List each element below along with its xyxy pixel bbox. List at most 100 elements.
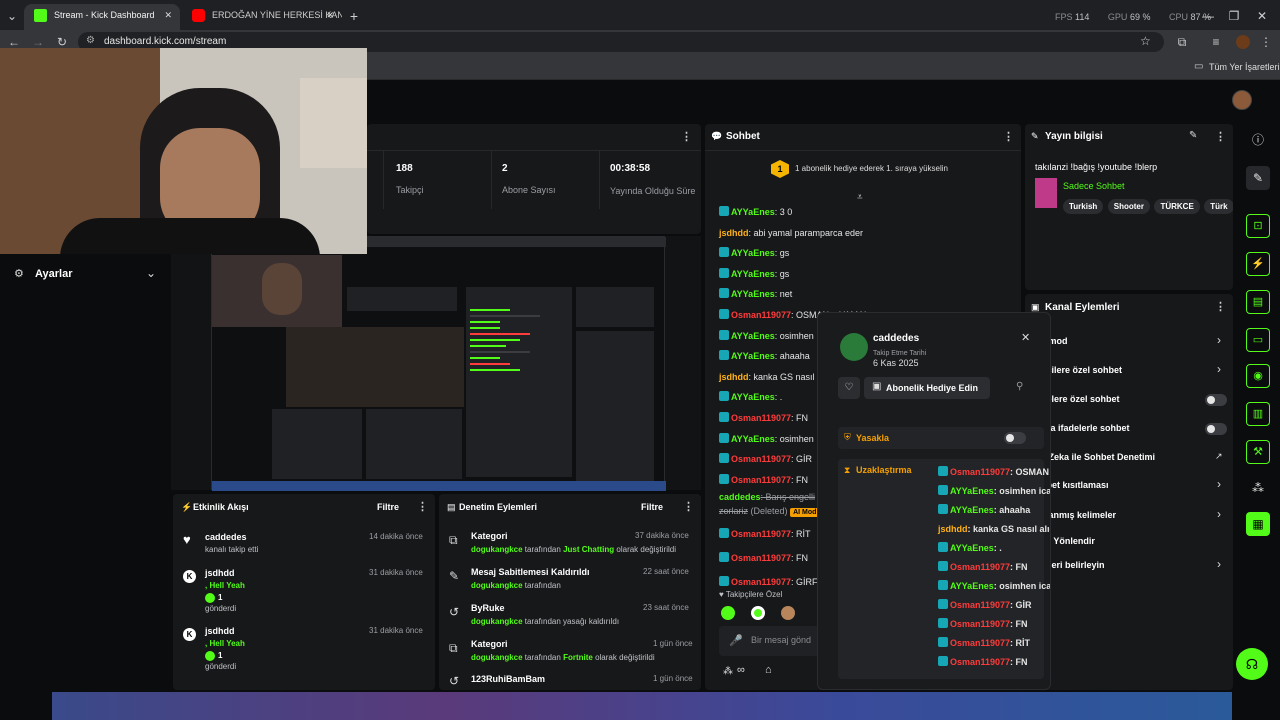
chat-username[interactable]: Osman119077 [731, 475, 791, 485]
tag-pill[interactable]: Shooter [1107, 199, 1150, 214]
chat-username[interactable]: AYYaEnes [731, 248, 775, 258]
close-icon[interactable]: ✕ [1021, 331, 1030, 344]
toggle-switch[interactable] [1205, 423, 1227, 435]
tab-kick-dashboard[interactable]: Stream - Kick Dashboard ✕ [24, 4, 180, 30]
layout-icon[interactable]: ▥ [1246, 402, 1270, 426]
chat-input[interactable]: 🎤 Bir mesaj gönd [719, 626, 829, 656]
chat-username[interactable]: jsdhdd [719, 228, 749, 238]
new-tab-icon[interactable]: + [346, 4, 362, 28]
moderation-filter-button[interactable]: Filtre [641, 502, 663, 512]
emote-1[interactable] [721, 606, 735, 620]
chat-username[interactable]: Osman119077 [950, 600, 1010, 610]
stats-menu-icon[interactable]: ⋮ [681, 130, 692, 143]
chat-icon[interactable]: ▭ [1246, 328, 1270, 352]
channel-action-item[interactable]: ş mod › [1025, 330, 1233, 350]
chat-username[interactable]: AYYaEnes [731, 289, 775, 299]
channel-action-item[interactable]: pçilere özel sohbet › [1025, 359, 1233, 379]
category-thumbnail[interactable] [1035, 178, 1057, 208]
document-icon[interactable]: ▤ [1246, 290, 1270, 314]
gift-sub-button[interactable]: ▣ Abonelik Hediye Edin [864, 377, 990, 399]
bookmark-star-icon[interactable]: ☆ [1140, 34, 1151, 48]
chat-username[interactable]: AYYaEnes [731, 434, 775, 444]
profile-avatar[interactable] [1236, 35, 1250, 49]
chat-username[interactable]: Osman119077 [731, 310, 791, 320]
tag-pill[interactable]: Turkish [1063, 199, 1104, 214]
site-info-icon[interactable]: ⚙ [86, 35, 95, 46]
chat-username[interactable]: AYYaEnes [731, 331, 775, 341]
chat-username[interactable]: AYYaEnes [731, 351, 775, 361]
pinned-expand-icon[interactable]: ⩡ [857, 192, 863, 203]
gift-icon[interactable]: ⌂ [765, 664, 772, 676]
chat-menu-icon[interactable]: ⋮ [1003, 130, 1014, 143]
tab-list-icon[interactable]: ⌄ [4, 4, 20, 28]
chevron-right-icon[interactable]: › [1217, 362, 1221, 376]
chat-username[interactable]: Osman119077 [950, 562, 1010, 572]
chat-username[interactable]: jsdhdd [938, 524, 968, 534]
emote-3[interactable] [781, 606, 795, 620]
edit-icon[interactable]: ✎ [1189, 130, 1197, 141]
user-avatar[interactable] [1232, 90, 1252, 110]
chat-username[interactable]: AYYaEnes [950, 543, 994, 553]
channel-action-item[interactable]: nelere özel sohbet [1025, 388, 1233, 408]
chat-username[interactable]: AYYaEnes [731, 269, 775, 279]
tab-youtube[interactable]: ERDOĞAN YİNE HERKESİ KAND ✕ [182, 4, 342, 30]
gift-promo[interactable]: 1 1 abonelik hediye ederek 1. sıraya yük… [705, 150, 1021, 186]
chevron-right-icon[interactable]: › [1217, 557, 1221, 571]
chevron-right-icon[interactable]: › [1217, 333, 1221, 347]
channel-action-item[interactable]: ici Yönlendir [1025, 530, 1233, 550]
chat-username[interactable]: Osman119077 [731, 577, 791, 587]
tab-close-icon[interactable]: ✕ [164, 4, 172, 26]
channel-actions-menu-icon[interactable]: ⋮ [1215, 300, 1226, 313]
tab-close-icon[interactable]: ✕ [326, 4, 334, 26]
mod-user[interactable]: dogukangkce [471, 581, 523, 590]
chat-username[interactable]: Osman119077 [731, 413, 791, 423]
dots-icon[interactable]: ⁂ [1246, 476, 1270, 500]
chat-username[interactable]: jsdhdd [719, 372, 749, 382]
mod-user[interactable]: dogukangkce [471, 653, 523, 662]
chat-username[interactable]: Osman119077 [950, 467, 1010, 477]
channel-action-item[interactable]: hbet kısıtlaması › [1025, 474, 1233, 494]
pencil-icon[interactable]: ✎ [1246, 166, 1270, 190]
toggle-switch[interactable] [1205, 394, 1227, 406]
channel-action-item[interactable]: efleri belirleyin › [1025, 554, 1233, 574]
activity-user[interactable]: jsdhdd [205, 568, 235, 578]
moderation-menu-icon[interactable]: ⋮ [683, 500, 694, 513]
activity-user[interactable]: caddedes [205, 532, 247, 542]
follow-heart-button[interactable]: ♡ [838, 377, 860, 399]
mod-user[interactable]: dogukangkce [471, 545, 523, 554]
activity-user[interactable]: jsdhdd [205, 626, 235, 636]
chat-username[interactable]: Osman119077 [950, 657, 1010, 667]
support-icon[interactable]: ☊ [1236, 648, 1268, 680]
chat-username[interactable]: AYYaEnes [950, 505, 994, 515]
chat-username[interactable]: Osman119077 [731, 454, 791, 464]
chat-username[interactable]: AYYaEnes [731, 392, 775, 402]
chevron-down-icon[interactable]: ⌄ [146, 266, 156, 280]
window-close-icon[interactable]: ✕ [1254, 4, 1270, 28]
wrench-icon[interactable]: ⚒ [1246, 440, 1270, 464]
lightning-icon[interactable]: ⚡ [1246, 252, 1270, 276]
settings-header[interactable]: ⚙ Ayarlar ⌄ [0, 262, 171, 288]
all-bookmarks-link[interactable]: Tüm Yer İşaretleri [1209, 62, 1280, 72]
chat-username[interactable]: Osman119077 [950, 638, 1010, 648]
chat-username[interactable]: Osman119077 [731, 553, 791, 563]
extensions-icon[interactable]: ⧉ [1174, 30, 1190, 54]
stream-info-menu-icon[interactable]: ⋮ [1215, 130, 1226, 143]
minimize-icon[interactable]: — [1200, 4, 1216, 28]
restore-icon[interactable]: ❐ [1226, 4, 1242, 28]
chat-username[interactable]: caddedes [719, 492, 761, 502]
chat-username[interactable]: AYYaEnes [950, 581, 994, 591]
channel-action-item[interactable]: zca ifadelerle sohbet [1025, 417, 1233, 437]
media-icon[interactable]: ≡ [1208, 30, 1224, 54]
channel-action-item[interactable]: klanmış kelimeler › [1025, 504, 1233, 524]
tag-pill[interactable]: TÜRKCE [1154, 199, 1200, 214]
microphone-icon[interactable]: 🎤 [729, 634, 743, 647]
broadcast-icon[interactable]: ◉ [1246, 364, 1270, 388]
chat-username[interactable]: Osman119077 [731, 529, 791, 539]
chevron-right-icon[interactable]: › [1217, 507, 1221, 521]
scan-icon[interactable]: ⊡ [1246, 214, 1270, 238]
user-card-username[interactable]: caddedes [873, 333, 919, 344]
chat-username[interactable]: AYYaEnes [950, 486, 994, 496]
mod-user[interactable]: dogukangkce [471, 617, 523, 626]
clapper-icon[interactable]: ▦ [1246, 512, 1270, 536]
info-circle-icon[interactable]: ⓘ [1246, 128, 1270, 152]
